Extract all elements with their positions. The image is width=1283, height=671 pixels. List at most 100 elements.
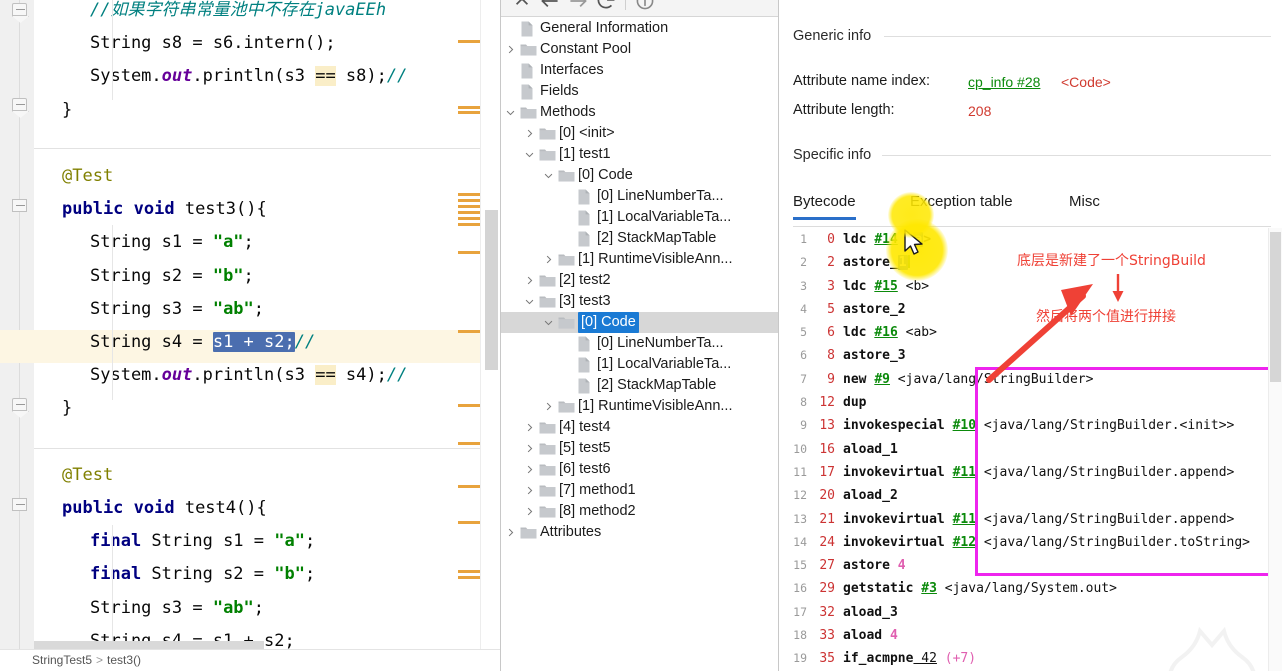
tree-node[interactable]: [0] <init> (501, 123, 778, 144)
code-editor-panel[interactable]: //如果字符串常量池中不存在javaEEhString s8 = s6.inte… (0, 0, 500, 671)
chevron-down-icon[interactable] (539, 312, 557, 333)
tree-node[interactable]: [1] test1 (501, 144, 778, 165)
code-line[interactable]: final String s2 = "b"; (34, 558, 480, 591)
tree-node[interactable]: Methods (501, 102, 778, 123)
editor-text[interactable]: //如果字符串常量池中不存在javaEEhString s8 = s6.inte… (34, 0, 480, 671)
editor-marker-strip[interactable] (458, 0, 480, 671)
bytecode-line[interactable]: 1629getstatic #3 <java/lang/System.out> (779, 577, 1282, 600)
detail-vertical-scrollbar[interactable] (1268, 228, 1282, 671)
tree-node[interactable]: Fields (501, 81, 778, 102)
chevron-right-icon[interactable] (501, 522, 519, 543)
tree-node[interactable]: [4] test4 (501, 417, 778, 438)
forward-icon[interactable] (565, 0, 591, 14)
code-line[interactable] (34, 426, 480, 459)
tree-node[interactable]: [0] Code (501, 165, 778, 186)
chevron-right-icon[interactable] (539, 249, 557, 270)
detail-scroll-thumb[interactable] (1270, 232, 1281, 382)
tab-misc[interactable]: Misc (1069, 193, 1100, 217)
constant-pool-ref[interactable]: #16 (874, 325, 897, 340)
bytecode-line[interactable]: 913invokespecial #10 <java/lang/StringBu… (779, 414, 1282, 437)
tree-node[interactable]: [3] test3 (501, 291, 778, 312)
class-structure-panel[interactable]: General InformationConstant PoolInterfac… (500, 0, 778, 671)
reload-icon[interactable] (593, 0, 619, 14)
fold-marker[interactable] (12, 199, 27, 212)
tree-node[interactable]: Constant Pool (501, 39, 778, 60)
tree-node[interactable]: [7] method1 (501, 480, 778, 501)
chevron-right-icon[interactable] (539, 396, 557, 417)
chevron-right-icon[interactable] (520, 438, 538, 459)
breadcrumb-class[interactable]: StringTest5 (32, 653, 92, 667)
tree-node[interactable]: [6] test6 (501, 459, 778, 480)
editor-scroll-thumb[interactable] (485, 210, 498, 370)
tree-node[interactable]: Interfaces (501, 60, 778, 81)
code-line[interactable]: String s1 = "a"; (34, 226, 480, 259)
tab-exception-table[interactable]: Exception table (910, 193, 1013, 217)
chevron-down-icon[interactable] (501, 102, 519, 123)
constant-pool-ref[interactable]: #10 (953, 418, 976, 433)
bytecode-line[interactable]: 812dup (779, 391, 1282, 414)
editor-horizontal-scrollbar[interactable] (34, 641, 264, 649)
chevron-down-icon[interactable] (520, 144, 538, 165)
collapse-up-icon[interactable] (509, 0, 535, 14)
chevron-right-icon[interactable] (520, 123, 538, 144)
tree-node[interactable]: [0] LineNumberTa... (501, 186, 778, 207)
code-line[interactable]: System.out.println(s3 == s4);// (34, 359, 480, 392)
tree-node[interactable]: [0] Code (501, 312, 778, 333)
code-line[interactable]: final String s1 = "a"; (34, 525, 480, 558)
tree-node[interactable]: [5] test5 (501, 438, 778, 459)
bytecode-line[interactable]: 1220aload_2 (779, 484, 1282, 507)
breadcrumb[interactable]: StringTest5>test3() (0, 649, 500, 671)
bytecode-line[interactable]: 1016aload_1 (779, 438, 1282, 461)
fold-marker[interactable] (12, 98, 27, 111)
chevron-right-icon[interactable] (520, 459, 538, 480)
code-line[interactable] (34, 127, 480, 160)
code-line[interactable]: @Test (34, 459, 480, 492)
attribute-name-index-link[interactable]: cp_info #28 (968, 74, 1040, 90)
chevron-down-icon[interactable] (520, 291, 538, 312)
tree-node[interactable]: Attributes (501, 522, 778, 543)
class-structure-tree[interactable]: General InformationConstant PoolInterfac… (501, 18, 778, 671)
back-icon[interactable] (537, 0, 563, 14)
code-line[interactable]: String s3 = "ab"; (34, 293, 480, 326)
code-line[interactable]: System.out.println(s3 == s8);// (34, 60, 480, 93)
constant-pool-ref[interactable]: #15 (874, 279, 897, 294)
attribute-detail-panel[interactable]: Generic info Attribute name index: cp_in… (778, 0, 1282, 671)
constant-pool-ref[interactable]: #11 (953, 512, 976, 527)
chevron-right-icon[interactable] (520, 270, 538, 291)
code-line[interactable]: public void test3(){ (34, 193, 480, 226)
tree-node[interactable]: [2] test2 (501, 270, 778, 291)
code-line[interactable]: //如果字符串常量池中不存在javaEEh (34, 0, 480, 27)
bytecode-line[interactable]: 10ldc #14 <a> (779, 228, 1282, 251)
detail-tabbar[interactable]: Bytecode Exception table Misc (793, 193, 1273, 223)
bytecode-line[interactable]: 1527astore 4 (779, 554, 1282, 577)
chevron-right-icon[interactable] (501, 39, 519, 60)
chevron-right-icon[interactable] (520, 501, 538, 522)
constant-pool-ref[interactable]: #9 (874, 372, 890, 387)
tree-node[interactable]: [8] method2 (501, 501, 778, 522)
code-line[interactable]: String s8 = s6.intern(); (34, 27, 480, 60)
tree-node[interactable]: [1] RuntimeVisibleAnn... (501, 249, 778, 270)
tree-node[interactable]: [1] LocalVariableTa... (501, 354, 778, 375)
code-line[interactable]: String s4 = s1 + s2;// (34, 326, 480, 359)
tree-node[interactable]: [0] LineNumberTa... (501, 333, 778, 354)
constant-pool-ref[interactable]: #3 (921, 581, 937, 596)
info-icon[interactable] (632, 0, 658, 14)
tree-toolbar[interactable] (501, 0, 778, 17)
editor-vertical-scrollbar[interactable] (480, 0, 500, 671)
code-line[interactable]: public void test4(){ (34, 492, 480, 525)
fold-marker[interactable] (12, 498, 27, 511)
constant-pool-ref[interactable]: #12 (953, 535, 976, 550)
chevron-right-icon[interactable] (520, 480, 538, 501)
constant-pool-ref[interactable]: #14 (874, 232, 897, 247)
constant-pool-ref[interactable]: #11 (953, 465, 976, 480)
bytecode-line[interactable]: 1424invokevirtual #12 <java/lang/StringB… (779, 531, 1282, 554)
tree-node[interactable]: [2] StackMapTable (501, 228, 778, 249)
fold-marker[interactable] (12, 398, 27, 411)
tab-bytecode[interactable]: Bytecode (793, 193, 856, 220)
breadcrumb-method[interactable]: test3() (107, 653, 141, 667)
chevron-down-icon[interactable] (539, 165, 557, 186)
bytecode-line[interactable]: 1321invokevirtual #11 <java/lang/StringB… (779, 508, 1282, 531)
chevron-right-icon[interactable] (520, 417, 538, 438)
bytecode-jump-target[interactable]: 42 (913, 651, 936, 666)
code-line[interactable]: } (34, 392, 480, 425)
